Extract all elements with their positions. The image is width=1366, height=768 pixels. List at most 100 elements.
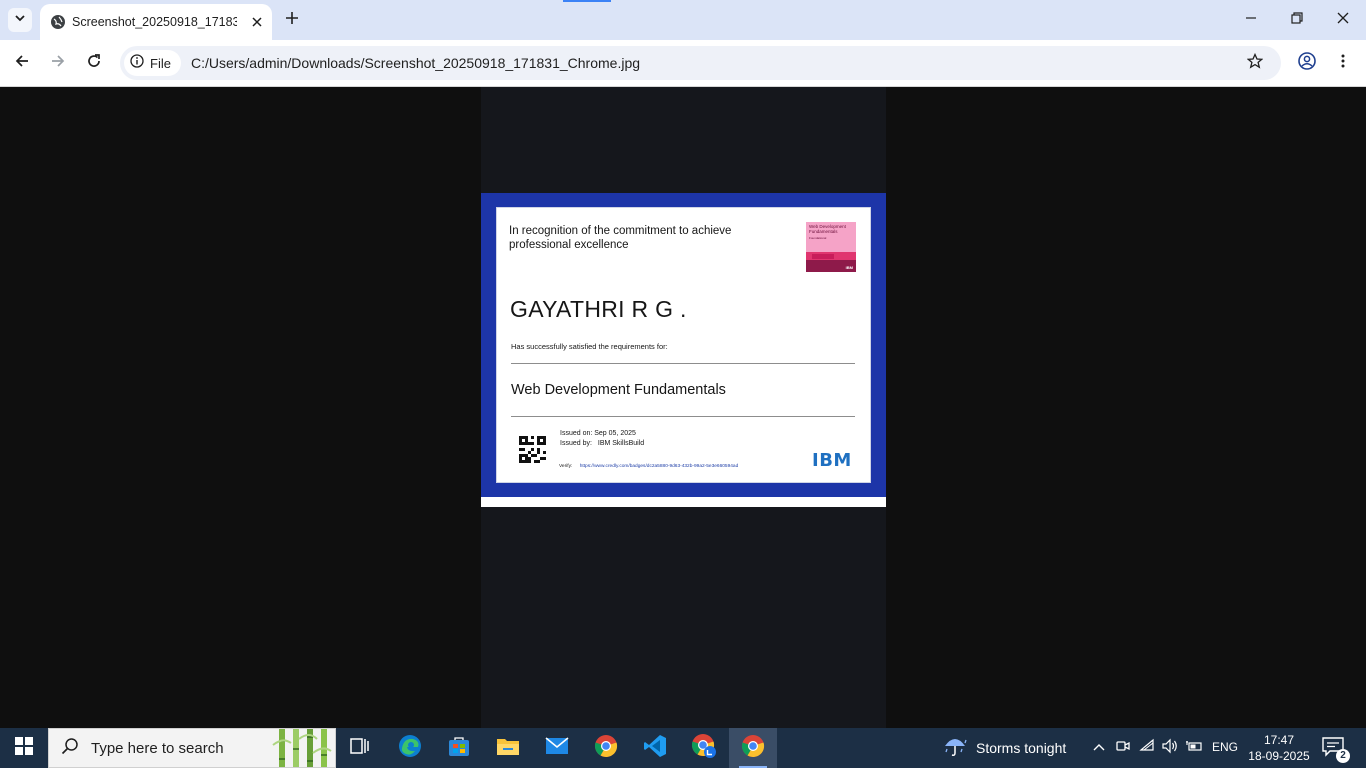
taskbar: Type here to search Storms tonight ENG 1…: [0, 728, 1366, 768]
taskbar-search[interactable]: Type here to search: [48, 728, 336, 768]
task-view-button[interactable]: [336, 728, 384, 768]
star-icon: [1246, 52, 1264, 74]
speaker-icon: [1161, 738, 1179, 759]
plus-icon: [285, 11, 299, 30]
badge-brand: IBM: [845, 265, 853, 270]
umbrella-rain-icon: [942, 734, 968, 763]
profile-icon: [1298, 51, 1316, 75]
reload-icon: [86, 53, 102, 74]
weather-text: Storms tonight: [976, 740, 1067, 756]
store-icon: [448, 735, 470, 762]
notification-count: 2: [1336, 749, 1350, 763]
mail-app[interactable]: [533, 728, 581, 768]
bookmark-button[interactable]: [1243, 51, 1267, 75]
battery-button[interactable]: [1184, 738, 1204, 758]
edge-app[interactable]: [386, 728, 434, 768]
network-button[interactable]: [1137, 738, 1157, 758]
arrow-left-icon: [14, 53, 30, 74]
chrome-app[interactable]: [582, 728, 630, 768]
meet-now-button[interactable]: [1113, 738, 1133, 758]
wifi-icon: [1139, 738, 1155, 759]
chevron-down-icon: [14, 11, 26, 29]
close-tab-icon[interactable]: [248, 13, 266, 31]
tab-search-button[interactable]: [8, 8, 32, 32]
requirements-text: Has successfully satisfied the requireme…: [511, 342, 668, 351]
folder-icon: [496, 736, 520, 761]
menu-button[interactable]: [1331, 51, 1355, 75]
minimize-icon: [1245, 11, 1257, 29]
arrow-right-icon: [50, 53, 66, 74]
issued-on: Issued on: Sep 05, 2025: [560, 430, 636, 437]
chrome-active-icon: [741, 734, 765, 763]
mail-icon: [545, 736, 569, 760]
input-language[interactable]: ENG: [1212, 740, 1238, 754]
show-hidden-icons-button[interactable]: [1089, 738, 1109, 758]
course-badge: Web Development Fundamentals Foundationa…: [806, 222, 856, 272]
windows-icon: [15, 736, 33, 760]
close-window-button[interactable]: [1331, 8, 1355, 32]
divider: [511, 416, 855, 417]
close-icon: [1337, 11, 1349, 29]
tab-title: Screenshot_20250918_171831_Chrome.jpg: [72, 15, 237, 29]
recipient-name: GAYATHRI R G .: [510, 296, 687, 322]
profile-button[interactable]: [1295, 51, 1319, 75]
certificate-bottom-strip: [481, 497, 886, 507]
bamboo-highlight-icon: [269, 729, 333, 767]
info-icon: [130, 53, 144, 73]
store-app[interactable]: [435, 728, 483, 768]
site-info-chip[interactable]: File: [124, 50, 181, 76]
verify-line: Verify: https://www.credly.com/badges/dc…: [559, 464, 738, 469]
certificate: In recognition of the commitment to achi…: [496, 207, 871, 483]
search-placeholder: Type here to search: [91, 739, 224, 757]
clock[interactable]: 17:47 18-09-2025: [1248, 732, 1310, 764]
minimize-button[interactable]: [1239, 8, 1263, 32]
chrome-profile-app[interactable]: [680, 728, 728, 768]
more-vertical-icon: [1335, 53, 1351, 74]
site-chip-label: File: [150, 55, 171, 71]
edge-icon: [398, 734, 422, 763]
file-explorer-app[interactable]: [484, 728, 532, 768]
notification-center-button[interactable]: 2: [1322, 737, 1350, 763]
reload-button[interactable]: [82, 51, 106, 75]
task-view-icon: [350, 737, 370, 760]
ibm-logo: IBM: [812, 450, 852, 471]
url-text[interactable]: C:/Users/admin/Downloads/Screenshot_2025…: [191, 55, 640, 71]
meet-now-icon: [1115, 738, 1131, 759]
chrome-active-app[interactable]: [729, 728, 777, 768]
vscode-icon: [643, 734, 667, 763]
issued-by-label: Issued by:: [560, 440, 592, 447]
new-tab-button[interactable]: [281, 9, 303, 31]
chrome-icon: [594, 734, 618, 763]
battery-icon: [1185, 739, 1203, 758]
qr-code-icon: [519, 436, 546, 463]
clock-time: 17:47: [1263, 733, 1295, 747]
weather-widget[interactable]: Storms tonight: [942, 728, 1066, 768]
chevron-up-icon: [1093, 739, 1105, 757]
badge-title: Web Development Fundamentals: [809, 224, 846, 234]
clock-date: 18-09-2025: [1248, 749, 1310, 763]
restore-icon: [1291, 11, 1303, 29]
tab-strip-indicator: [563, 0, 611, 2]
volume-button[interactable]: [1160, 738, 1180, 758]
forward-button[interactable]: [46, 51, 70, 75]
back-button[interactable]: [10, 51, 34, 75]
restore-button[interactable]: [1285, 8, 1309, 32]
course-title: Web Development Fundamentals: [511, 382, 726, 398]
address-bar[interactable]: File C:/Users/admin/Downloads/Screenshot…: [120, 46, 1281, 80]
start-button[interactable]: [0, 728, 48, 768]
globe-icon: [50, 14, 66, 30]
browser-toolbar: File C:/Users/admin/Downloads/Screenshot…: [0, 40, 1366, 87]
tab-active[interactable]: Screenshot_20250918_171831_Chrome.jpg: [40, 4, 272, 40]
divider: [511, 363, 855, 364]
vscode-app[interactable]: [631, 728, 679, 768]
issued-by-value: IBM SkillsBuild: [597, 440, 645, 447]
chrome-profile-icon: [691, 733, 717, 764]
issued-by: Issued by: IBM SkillsBuild: [560, 440, 644, 447]
badge-level: Foundational: [809, 236, 827, 240]
tab-strip: Screenshot_20250918_171831_Chrome.jpg: [0, 0, 1366, 40]
badge-accent: [812, 254, 834, 259]
search-icon: [61, 737, 79, 760]
certificate-intro: In recognition of the commitment to achi…: [509, 225, 732, 251]
verify-url: https://www.credly.com/badges/dc2a5880-9…: [579, 464, 739, 469]
verify-label: Verify:: [559, 464, 573, 469]
